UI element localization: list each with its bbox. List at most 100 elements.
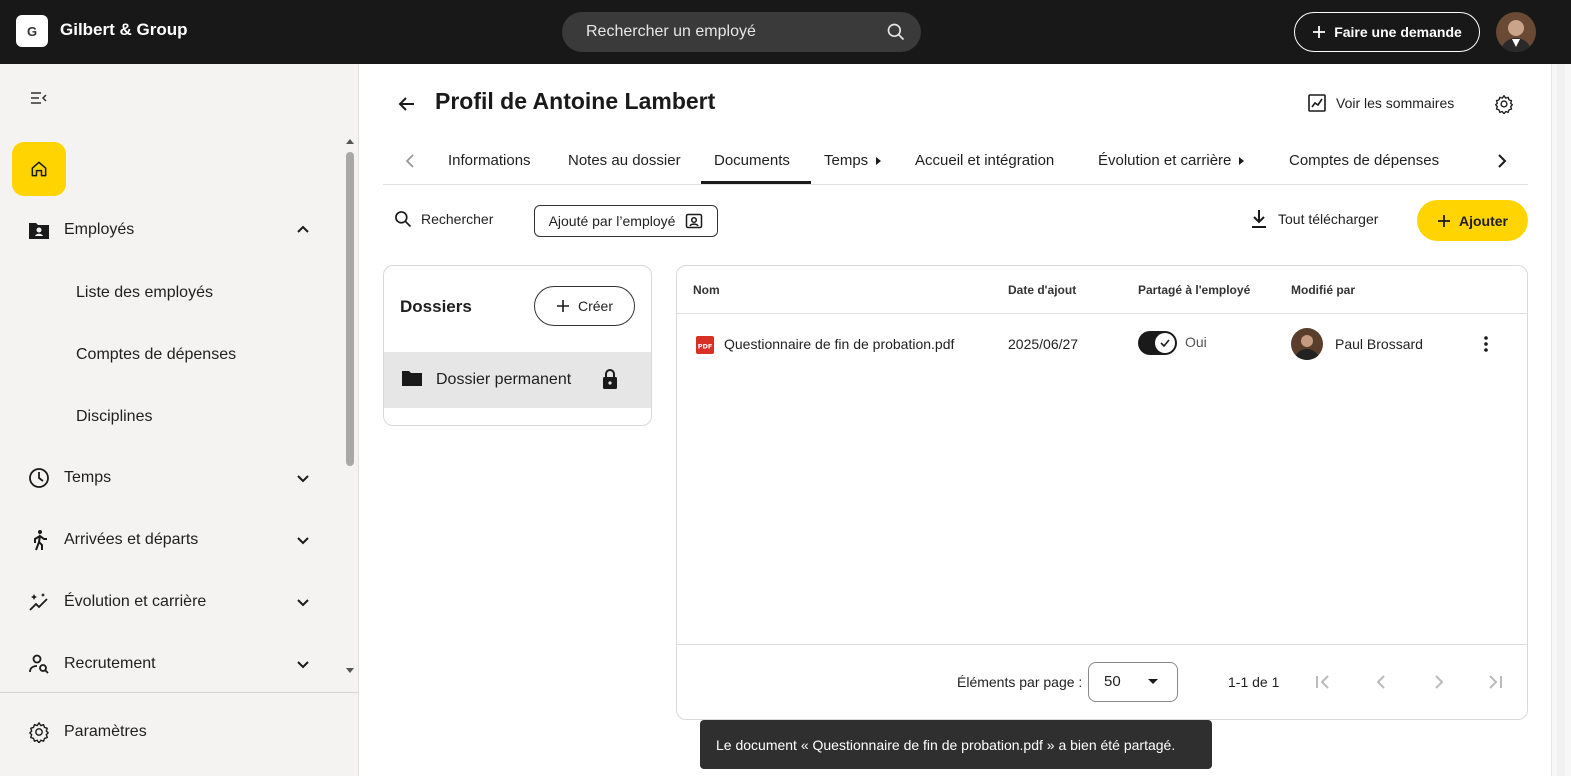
search-label: Rechercher xyxy=(421,211,494,227)
chevron-down-icon[interactable] xyxy=(294,655,312,673)
column-header-name[interactable]: Nom xyxy=(693,283,720,297)
shared-status: Oui xyxy=(1185,334,1207,350)
user-avatar[interactable] xyxy=(1496,12,1536,52)
pagination-range: 1-1 de 1 xyxy=(1228,674,1280,690)
more-options-icon[interactable] xyxy=(1477,334,1495,354)
sidebar-item-parametres[interactable]: Paramètres xyxy=(0,710,340,754)
sidebar-item-liste-employes[interactable]: Liste des employés xyxy=(76,284,213,302)
chevron-down-icon[interactable] xyxy=(294,469,312,487)
column-header-shared[interactable]: Partagé à l'employé xyxy=(1138,283,1250,297)
added-by-employee-filter[interactable]: Ajouté par l’employé xyxy=(534,205,718,237)
dropdown-caret-icon xyxy=(1147,678,1159,686)
chevron-down-icon[interactable] xyxy=(294,531,312,549)
view-summaries-label: Voir les sommaires xyxy=(1336,95,1455,111)
header-divider xyxy=(677,313,1527,314)
view-summaries-link[interactable]: Voir les sommaires xyxy=(1308,94,1454,112)
document-name[interactable]: Questionnaire de fin de probation.pdf xyxy=(724,336,954,352)
active-tab-indicator xyxy=(701,181,811,184)
folder-name: Dossier permanent xyxy=(436,371,572,388)
add-document-button[interactable]: Ajouter xyxy=(1417,200,1528,241)
download-all-button[interactable]: Tout télécharger xyxy=(1250,209,1378,229)
tab-notes-dossier[interactable]: Notes au dossier xyxy=(568,152,681,169)
check-icon xyxy=(1155,333,1175,353)
sidebar-item-label: Arrivées et départs xyxy=(64,531,199,548)
collapse-menu-icon[interactable] xyxy=(29,90,49,106)
caret-right-icon xyxy=(1237,156,1245,166)
page-title: Profil de Antoine Lambert xyxy=(435,88,716,114)
tab-accueil-integration[interactable]: Accueil et intégration xyxy=(915,152,1054,169)
page-scrollbar[interactable] xyxy=(1551,64,1571,776)
settings-gear-icon[interactable] xyxy=(1494,94,1514,114)
sidebar-item-label: Paramètres xyxy=(64,723,147,740)
tabs-scroll-right-icon[interactable] xyxy=(1495,152,1509,170)
share-confirmation-snackbar: Le document « Questionnaire de fin de pr… xyxy=(700,720,1212,769)
sidebar-item-disciplines[interactable]: Disciplines xyxy=(76,408,152,426)
plus-icon xyxy=(1437,214,1451,228)
home-icon xyxy=(29,159,49,179)
column-header-date[interactable]: Date d'ajout xyxy=(1008,283,1076,297)
sidebar-item-arrivees-departs[interactable]: Arrivées et départs xyxy=(0,518,340,562)
sidebar-item-evolution-carriere[interactable]: Évolution et carrière xyxy=(0,580,340,624)
search-placeholder: Rechercher un employé xyxy=(586,23,756,40)
folders-title: Dossiers xyxy=(400,297,472,316)
column-header-modified-by[interactable]: Modifié par xyxy=(1291,283,1355,297)
sidebar-item-comptes-depenses[interactable]: Comptes de dépenses xyxy=(76,346,236,364)
create-folder-button[interactable]: Créer xyxy=(534,286,635,326)
walking-person-icon xyxy=(28,529,50,551)
sidebar: Employés Liste des employés Comptes de d… xyxy=(0,64,359,776)
tab-documents[interactable]: Documents xyxy=(714,152,790,169)
tab-evolution-carriere[interactable]: Évolution et carrière xyxy=(1098,152,1245,169)
profile-tabs: Informations Notes au dossier Documents … xyxy=(383,140,1528,185)
tab-label: Évolution et carrière xyxy=(1098,152,1232,169)
tab-temps[interactable]: Temps xyxy=(824,152,882,169)
search-icon xyxy=(393,209,413,229)
person-search-icon xyxy=(28,653,50,675)
chevron-down-icon[interactable] xyxy=(294,593,312,611)
tab-label: Comptes de dépenses xyxy=(1289,152,1440,169)
tab-informations[interactable]: Informations xyxy=(448,152,531,169)
documents-table: Nom Date d'ajout Partagé à l'employé Mod… xyxy=(676,265,1528,720)
snackbar-message: Le document « Questionnaire de fin de pr… xyxy=(716,736,1176,753)
plus-icon xyxy=(1312,25,1326,39)
download-icon xyxy=(1250,209,1268,229)
person-badge-icon xyxy=(685,212,703,230)
last-page-icon[interactable] xyxy=(1485,672,1505,692)
items-per-page-label: Éléments par page : xyxy=(957,674,1083,690)
sidebar-divider xyxy=(0,692,359,693)
items-per-page-select[interactable]: 50 xyxy=(1088,662,1178,702)
modified-by-name: Paul Brossard xyxy=(1335,336,1423,352)
next-page-icon[interactable] xyxy=(1429,672,1449,692)
previous-page-icon[interactable] xyxy=(1371,672,1391,692)
filter-label: Ajouté par l’employé xyxy=(548,213,676,229)
tab-label: Documents xyxy=(714,152,790,169)
search-icon[interactable] xyxy=(886,22,906,42)
chart-icon xyxy=(1308,94,1326,112)
sidebar-item-label: Temps xyxy=(64,469,112,486)
sidebar-item-recrutement[interactable]: Recrutement xyxy=(0,642,340,686)
chevron-up-icon[interactable] xyxy=(294,221,312,239)
tabs-scroll-left-icon[interactable] xyxy=(403,152,417,170)
documents-search-button[interactable]: Rechercher xyxy=(393,209,493,229)
sparkle-trend-icon xyxy=(28,591,50,613)
company-logo[interactable]: G xyxy=(16,15,48,47)
back-arrow-icon[interactable] xyxy=(397,94,417,114)
sidebar-item-employes[interactable]: Employés xyxy=(0,208,340,252)
plus-icon xyxy=(556,299,570,313)
home-button[interactable] xyxy=(12,142,66,196)
shared-toggle[interactable] xyxy=(1138,331,1177,355)
tab-label: Accueil et intégration xyxy=(915,152,1055,169)
sidebar-item-temps[interactable]: Temps xyxy=(0,456,340,500)
avatar xyxy=(1291,328,1323,360)
items-per-page-value: 50 xyxy=(1104,673,1121,690)
tab-comptes-depenses[interactable]: Comptes de dépenses xyxy=(1289,152,1439,169)
sidebar-scrollbar[interactable] xyxy=(343,136,357,684)
make-request-button[interactable]: Faire une demande xyxy=(1294,12,1480,52)
pdf-file-icon: PDF xyxy=(696,336,714,354)
folder-item[interactable]: Dossier permanent xyxy=(384,352,651,408)
download-all-label: Tout télécharger xyxy=(1278,211,1379,227)
employee-search-input[interactable]: Rechercher un employé xyxy=(562,12,921,52)
add-label: Ajouter xyxy=(1459,212,1508,229)
lock-icon xyxy=(600,368,620,390)
clock-icon xyxy=(28,467,50,489)
first-page-icon[interactable] xyxy=(1313,672,1333,692)
